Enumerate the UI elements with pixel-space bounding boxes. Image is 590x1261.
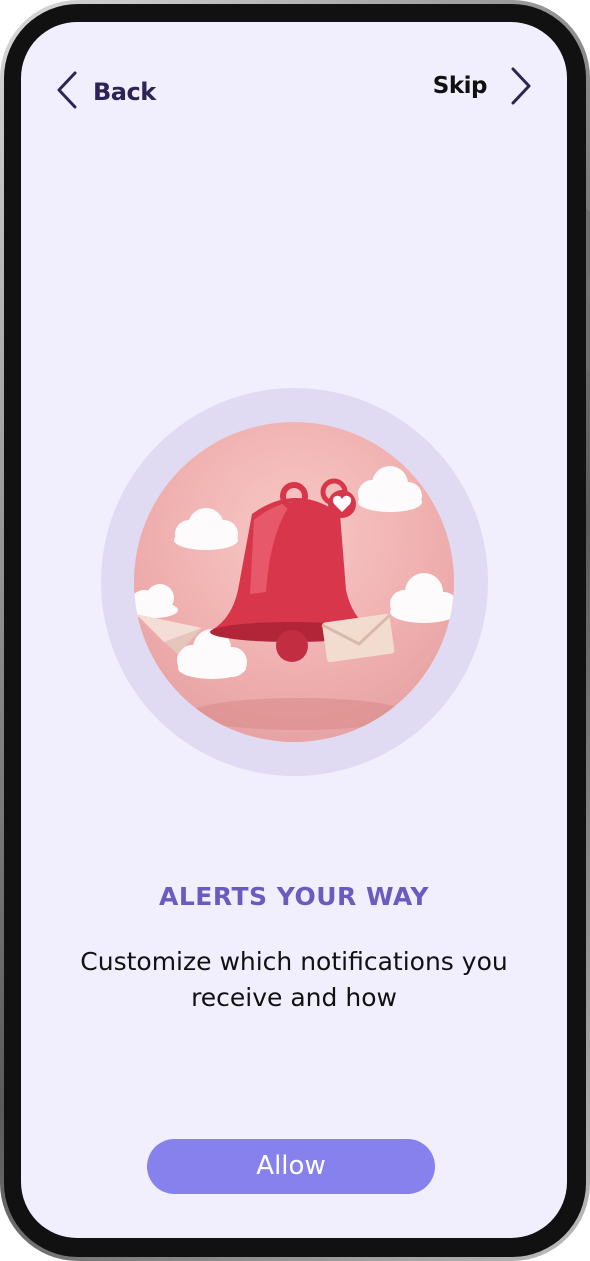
bell-icon [134, 466, 454, 730]
chevron-left-icon [57, 71, 77, 109]
top-navigation: Back Skip [21, 22, 567, 142]
hero-ring [101, 388, 488, 776]
phone-frame: Back Skip ALERTS YOUR WAY Customize whic… [0, 0, 590, 1261]
back-label: Back [93, 78, 156, 106]
onboarding-screen: Back Skip ALERTS YOUR WAY Customize whic… [21, 22, 567, 1238]
back-button[interactable]: Back [55, 70, 156, 110]
skip-button[interactable]: Skip [433, 66, 533, 106]
chevron-right-icon [511, 67, 531, 105]
volume-down-button [586, 300, 590, 370]
screen-subtitle: Customize which notifications you receiv… [80, 947, 508, 1012]
allow-button[interactable]: Allow [147, 1139, 435, 1194]
volume-up-button [586, 210, 590, 280]
notification-bell-illustration [134, 422, 454, 742]
skip-label: Skip [432, 73, 488, 99]
screen-title: ALERTS YOUR WAY [159, 882, 429, 911]
